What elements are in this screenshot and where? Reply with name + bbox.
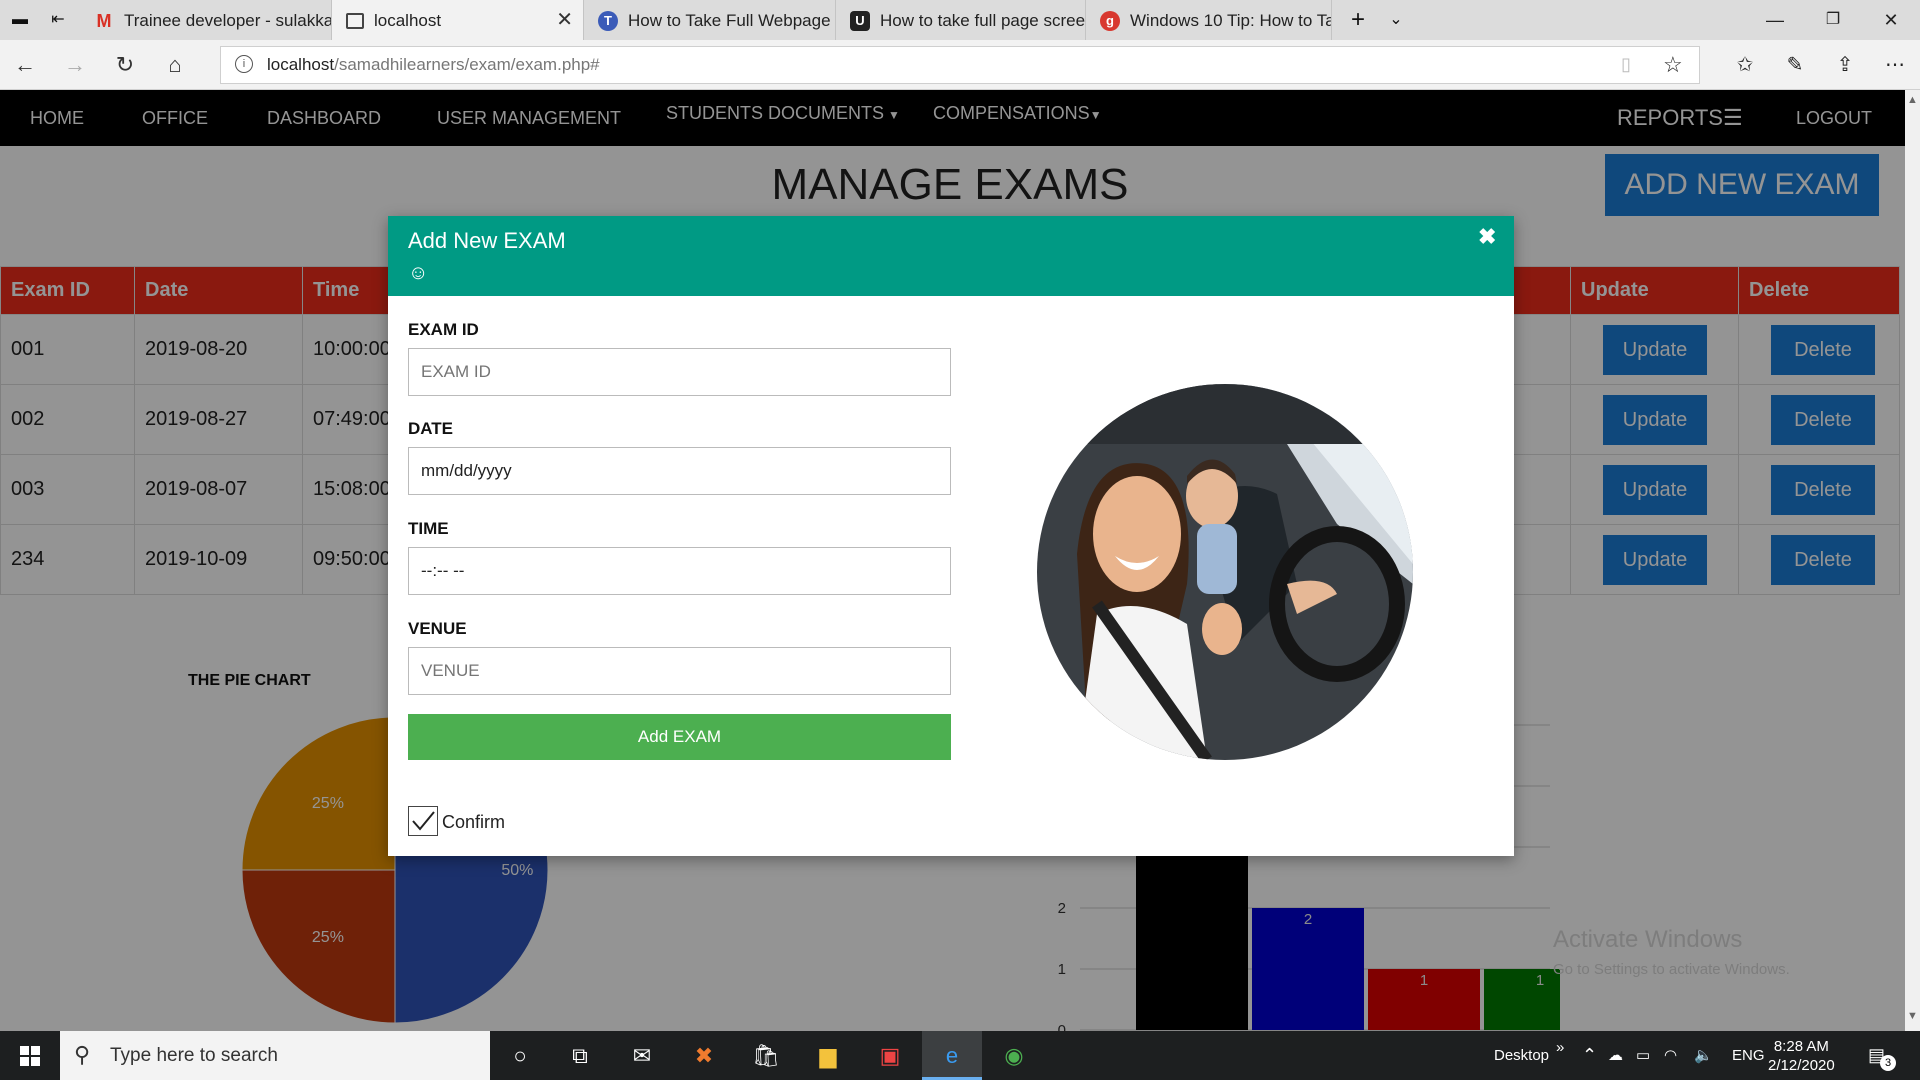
close-window-icon[interactable]: ✕ <box>1866 0 1916 40</box>
chrome-icon[interactable]: ◉ <box>984 1031 1044 1080</box>
tab-windows-tip[interactable]: g Windows 10 Tip: How to Tal <box>1086 0 1332 40</box>
tab-title: How to take full page screer <box>880 10 1086 30</box>
cortana-icon[interactable]: ○ <box>490 1031 550 1080</box>
scroll-down-icon[interactable]: ▼ <box>1907 1010 1918 1022</box>
show-hidden-icons-icon[interactable]: ⌃ <box>1582 1031 1597 1080</box>
close-icon[interactable]: ✖ <box>1478 224 1496 250</box>
search-icon: ⚲ <box>74 1042 91 1067</box>
tab-screenshot[interactable]: U How to take full page screer <box>836 0 1086 40</box>
tab-title: Windows 10 Tip: How to Tal <box>1130 10 1332 30</box>
forward-icon[interactable]: → <box>58 48 92 82</box>
browser-tab-bar: ▬ ⇤ M Trainee developer - sulakkai localh… <box>0 0 1920 40</box>
url-field[interactable]: i localhost/samadhilearners/exam/exam.ph… <box>220 46 1700 84</box>
confirm-label: Confirm <box>442 812 506 832</box>
page-icon <box>346 12 364 29</box>
clock-date: 2/12/2020 <box>1768 1057 1835 1074</box>
more-icon[interactable]: ⋯ <box>1878 48 1912 82</box>
add-exam-modal: Add New EXAM ☺ ✖ EXAM ID DATE mm/dd/yyyy… <box>388 216 1514 856</box>
time-input[interactable]: --:-- -- <box>408 547 951 595</box>
checkmark-icon <box>412 811 435 831</box>
share-icon[interactable]: ⇪ <box>1828 48 1862 82</box>
store-icon[interactable]: 🛍 <box>736 1031 796 1080</box>
tab-webpage[interactable]: T How to Take Full Webpage : <box>584 0 836 40</box>
clock[interactable]: 8:28 AM 2/12/2020 <box>1768 1037 1835 1075</box>
url-path: /samadhilearners/exam/exam.php# <box>334 55 600 74</box>
maximize-icon[interactable]: ❐ <box>1808 0 1858 40</box>
gmail-icon: M <box>96 10 112 31</box>
minimize-icon[interactable]: — <box>1750 0 1800 40</box>
xampp-icon[interactable]: ✖ <box>674 1031 734 1080</box>
volume-icon[interactable]: 🔈 <box>1694 1031 1713 1080</box>
driving-photo-illustration <box>1037 384 1413 760</box>
confirm-checkbox[interactable] <box>408 806 438 836</box>
back-icon[interactable]: ← <box>8 48 42 82</box>
modal-title: Add New EXAM <box>408 228 566 253</box>
start-button[interactable] <box>0 1031 60 1080</box>
windows-taskbar: ⚲ Type here to search ○ ⧉ ✉ ✖ 🛍 ▆ ▣ e ◉ … <box>0 1031 1920 1080</box>
windows-logo-icon <box>20 1046 40 1066</box>
toolbar-expand-icon[interactable]: » <box>1556 1023 1564 1072</box>
new-tab-icon[interactable]: + <box>1346 8 1370 32</box>
notes-pen-icon[interactable]: ✎ <box>1778 48 1812 82</box>
tab-preview-chevron-icon[interactable]: ⌄ <box>1384 8 1408 32</box>
tab-actions-icon[interactable]: ▬ <box>8 8 32 32</box>
search-placeholder: Type here to search <box>110 1045 278 1066</box>
desktop-toolbar[interactable]: Desktop <box>1494 1031 1549 1080</box>
exam-id-input[interactable] <box>408 348 951 396</box>
mail-icon[interactable]: ✉ <box>612 1031 672 1080</box>
tab-title: How to Take Full Webpage : <box>628 10 836 30</box>
page-scrollbar[interactable]: ▲ ▼ <box>1905 90 1920 1031</box>
date-input[interactable]: mm/dd/yyyy <box>408 447 951 495</box>
clock-time: 8:28 AM <box>1773 1038 1829 1055</box>
url-host: localhost <box>267 55 335 74</box>
taskbar-search[interactable]: ⚲ Type here to search <box>60 1031 490 1080</box>
u-icon: U <box>850 10 870 31</box>
modal-header: Add New EXAM ☺ ✖ <box>388 216 1514 296</box>
venue-label: VENUE <box>408 619 467 638</box>
file-explorer-icon[interactable]: ▆ <box>798 1031 858 1080</box>
g-icon: g <box>1100 10 1120 31</box>
set-tabs-aside-icon[interactable]: ⇤ <box>46 8 70 32</box>
favorite-star-icon[interactable]: ☆ <box>1663 52 1683 78</box>
wifi-icon[interactable]: ◠ <box>1664 1031 1677 1080</box>
venue-input[interactable] <box>408 647 951 695</box>
tv-icon: T <box>598 10 618 31</box>
tab-gmail[interactable]: M Trainee developer - sulakkai <box>80 0 332 40</box>
date-label: DATE <box>408 419 454 438</box>
intellij-icon[interactable]: ▣ <box>860 1031 920 1080</box>
driving-lesson-photo <box>1037 384 1413 760</box>
smile-icon: ☺ <box>408 262 429 284</box>
scroll-up-icon[interactable]: ▲ <box>1907 94 1918 106</box>
reading-view-icon[interactable]: ▯ <box>1621 54 1631 75</box>
battery-icon[interactable]: ▭ <box>1636 1031 1650 1080</box>
time-label: TIME <box>408 519 449 538</box>
close-tab-icon[interactable]: ✕ <box>556 0 573 40</box>
edge-icon[interactable]: e <box>922 1031 982 1080</box>
tab-localhost[interactable]: localhost ✕ <box>332 0 584 40</box>
home-icon[interactable]: ⌂ <box>158 48 192 82</box>
tab-title: Trainee developer - sulakkai <box>124 10 332 30</box>
site-info-icon[interactable]: i <box>235 55 253 73</box>
exam-id-label: EXAM ID <box>408 320 479 339</box>
favorites-icon[interactable]: ✩ <box>1728 48 1762 82</box>
add-exam-submit-button[interactable]: Add EXAM <box>408 714 951 760</box>
language-indicator[interactable]: ENG <box>1732 1031 1765 1080</box>
tab-title: localhost <box>374 10 442 30</box>
url-text: localhost/samadhilearners/exam/exam.php# <box>267 47 600 83</box>
notification-count-badge: 3 <box>1880 1055 1896 1071</box>
onedrive-icon[interactable]: ☁ <box>1608 1031 1623 1080</box>
refresh-icon[interactable]: ↻ <box>108 48 142 82</box>
task-view-icon[interactable]: ⧉ <box>550 1031 610 1080</box>
